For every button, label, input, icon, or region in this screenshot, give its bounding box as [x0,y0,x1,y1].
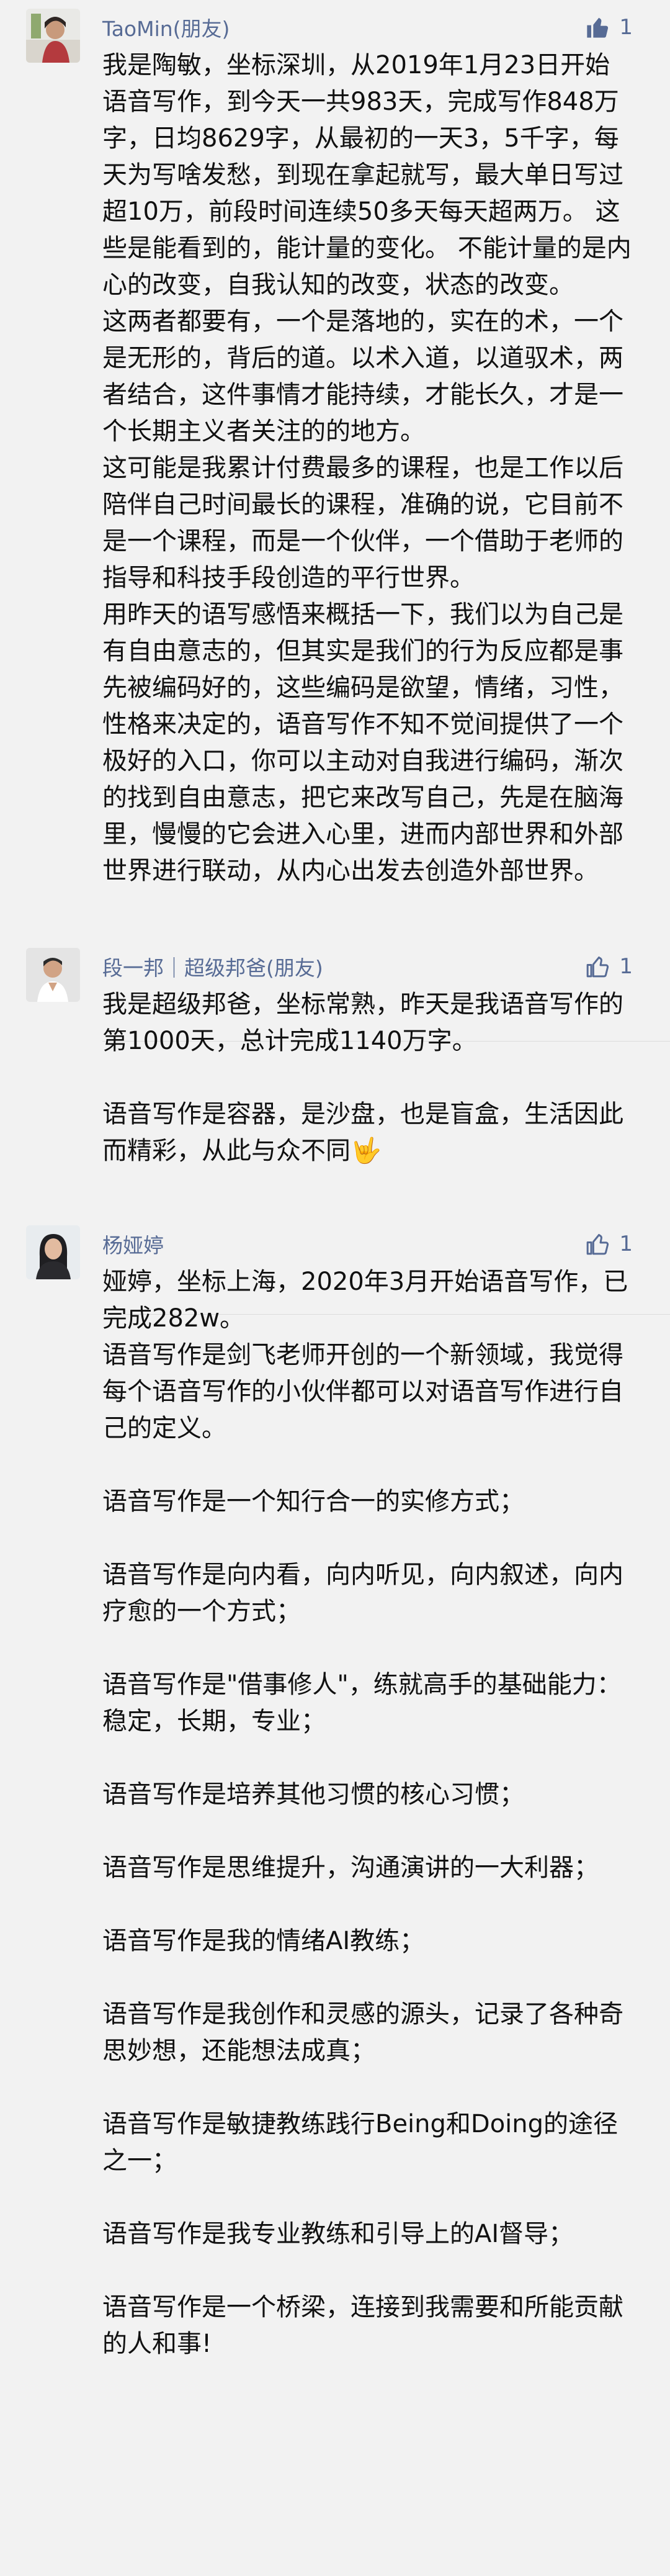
avatar[interactable] [26,1225,80,1279]
comment-paragraph: 语音写作是我的情绪AI教练； [102,1927,425,1955]
like-count: 1 [619,954,633,979]
comment-paragraph: 语音写作是一个知行合一的实修方式； [102,1487,524,1516]
comment-item: 杨娅婷 1 娅婷，坐标上海，2020年3月开始语音写作，已完成282w。 语音写… [0,1169,670,2362]
like-count: 1 [619,15,633,40]
comment-paragraph: 语音写作是一个桥梁，连接到我需要和所能贡献的人和事! [102,2293,623,2358]
comment-body: 我是超级邦爸，坐标常熟，昨天是我语音写作的第1000天，总计完成1140万字。 … [102,986,633,1169]
comment-paragraph: 我是陶敏，坐标深圳，从2019年1月23日开始语音写作，到今天一共983天，完成… [102,51,632,299]
commenter-name[interactable]: TaoMin(朋友) [102,12,230,42]
comment-paragraph: 这两者都要有，一个是落地的，实在的术，一个是无形的，背后的道。以术入道，以道驭术… [102,307,623,446]
commenter-name[interactable]: 段一邦｜超级邦爸(朋友) [102,952,323,981]
comment-paragraph: 语音写作是我创作和灵感的源头，记录了各种奇思妙想，还能想法成真； [102,2000,623,2065]
comment-paragraph: 语音写作是敏捷教练践行Being和Doing的途径之一； [102,2110,619,2175]
comment-paragraph: 用昨天的语写感悟来概括一下，我们以为自己是有自由意志的，但其实是我们的行为反应都… [102,600,623,885]
like-button[interactable]: 1 [584,1232,633,1256]
comment-paragraph: 语音写作是思维提升，沟通演讲的一大利器； [102,1853,599,1882]
thumbs-up-outline-icon [587,957,609,978]
comment-paragraph: 语音写作是剑飞老师开创的一个新领域，我觉得每个语音写作的小伙伴都可以对语音写作进… [102,1341,623,1443]
comment-body: 娅婷，坐标上海，2020年3月开始语音写作，已完成282w。 语音写作是剑飞老师… [102,1264,633,2362]
like-button[interactable]: 1 [584,954,633,979]
comment-paragraph: 语音写作是容器，是沙盘，也是盲盒，生活因此而精彩，从此与众不同🤟 [102,1100,623,1165]
comment-item: TaoMin(朋友) 1 我是陶敏，坐标深圳，从2019年1月23日开始语音写作… [0,0,670,889]
comment-paragraph: 娅婷，坐标上海，2020年3月开始语音写作，已完成282w。 [102,1268,628,1333]
comment-paragraph: 语音写作是"借事修人"，练就高手的基础能力：稳定，长期，专业； [102,1670,622,1736]
comment-paragraph: 语音写作是向内看，向内听见，向内叙述，向内疗愈的一个方式； [102,1560,623,1626]
comment-header: 段一邦｜超级邦爸(朋友) 1 [102,947,633,986]
comment-paragraph: 这可能是我累计付费最多的课程，也是工作以后陪伴自己时间最长的课程，准确的说，它目… [102,454,623,592]
thumbs-up-outline-icon [587,1234,609,1255]
like-button[interactable]: 1 [584,15,633,40]
comment-header: TaoMin(朋友) 1 [102,7,633,47]
comment-paragraph: 语音写作是我专业教练和引导上的AI督导； [102,2220,574,2248]
comment-paragraph: 语音写作是培养其他习惯的核心习惯； [102,1780,524,1809]
thumbs-up-filled-icon [587,17,609,38]
avatar[interactable] [26,948,80,1002]
comment-body: 我是陶敏，坐标深圳，从2019年1月23日开始语音写作，到今天一共983天，完成… [102,47,633,889]
comment-item: 段一邦｜超级邦爸(朋友) 1 我是超级邦爸，坐标常熟，昨天是我语音写作的第100… [0,889,670,1169]
comment-paragraph: 我是超级邦爸，坐标常熟，昨天是我语音写作的第1000天，总计完成1140万字。 [102,990,623,1055]
commenter-name[interactable]: 杨娅婷 [102,1229,164,1259]
comment-header: 杨娅婷 1 [102,1224,633,1264]
like-count: 1 [619,1232,633,1256]
avatar[interactable] [26,9,80,63]
